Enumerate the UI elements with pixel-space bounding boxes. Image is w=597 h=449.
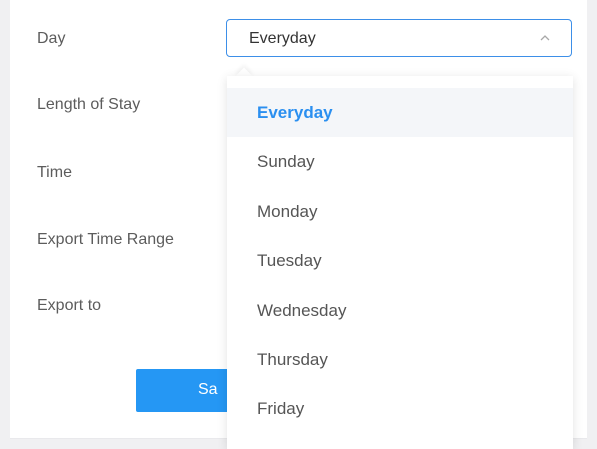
day-option-wednesday[interactable]: Wednesday <box>227 286 573 335</box>
day-option-thursday[interactable]: Thursday <box>227 335 573 384</box>
day-option-everyday[interactable]: Everyday <box>227 88 573 138</box>
day-select[interactable]: Everyday <box>226 19 572 57</box>
day-option-friday[interactable]: Friday <box>227 384 573 433</box>
chevron-up-icon <box>540 35 550 41</box>
day-option-tuesday[interactable]: Tuesday <box>227 236 573 285</box>
export-to-label: Export to <box>37 297 102 314</box>
day-options-list: Everyday Sunday Monday Tuesday Wednesday… <box>227 76 573 434</box>
day-option-sunday[interactable]: Sunday <box>227 137 573 186</box>
time-label: Time <box>37 164 72 181</box>
day-option-monday[interactable]: Monday <box>227 187 573 236</box>
day-label: Day <box>37 30 66 47</box>
day-select-value: Everyday <box>249 30 316 47</box>
day-dropdown-menu: Everyday Sunday Monday Tuesday Wednesday… <box>227 76 573 449</box>
save-button-label: Sa <box>198 381 218 398</box>
save-button[interactable]: Sa <box>136 369 232 412</box>
export-time-range-label: Export Time Range <box>37 231 174 248</box>
length-of-stay-label: Length of Stay <box>37 96 141 113</box>
